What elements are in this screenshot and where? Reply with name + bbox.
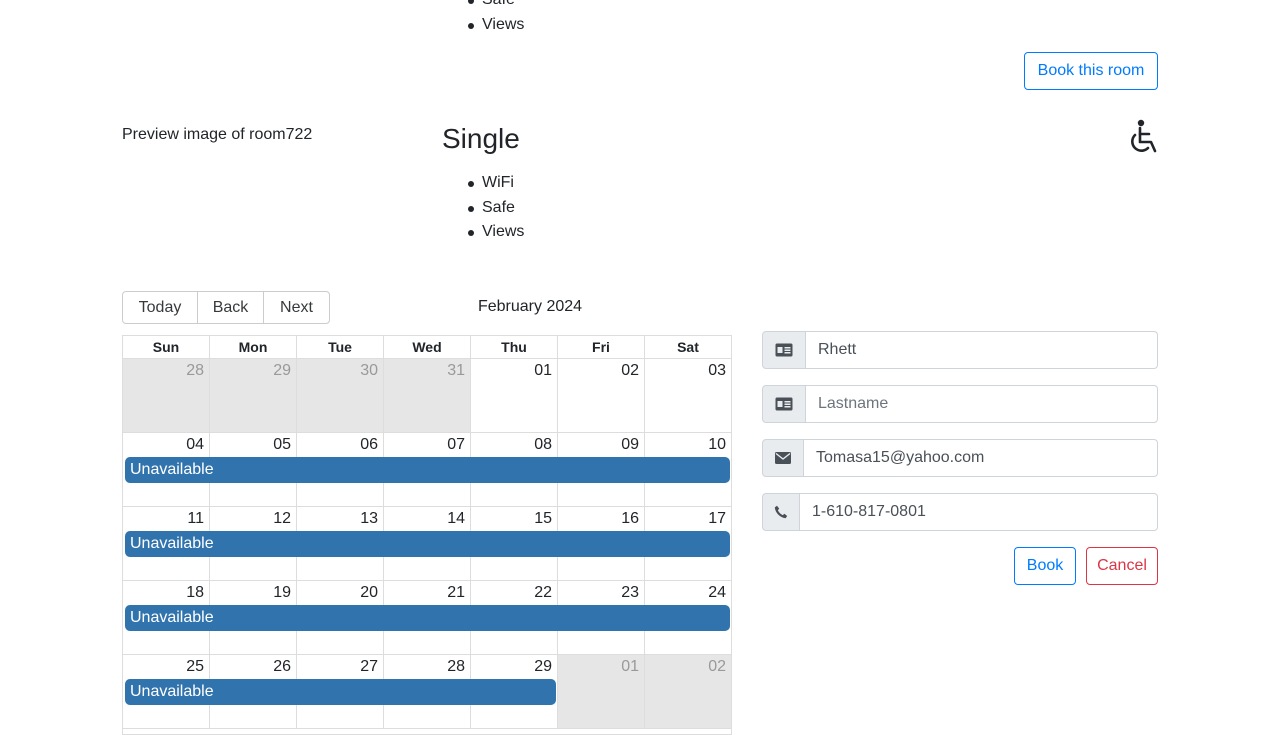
feature-item: Views: [468, 220, 524, 245]
calendar-weeks: 28 29 30 31 01 02 03 04 05 06 07 08 09 10 Unavailable 1…: [123, 359, 731, 729]
day-number: 28: [186, 362, 204, 379]
next-button[interactable]: Next: [263, 291, 330, 324]
envelope-icon: [762, 439, 804, 477]
calendar-week-row: 04 05 06 07 08 09 10 Unavailable: [123, 433, 731, 507]
calendar-day-cell[interactable]: 30: [296, 359, 383, 432]
day-number: 23: [621, 584, 639, 601]
weekday-header: Thu: [470, 336, 557, 358]
phone-input[interactable]: [800, 493, 1158, 531]
day-number: 01: [621, 658, 639, 675]
weekday-header: Tue: [296, 336, 383, 358]
today-button[interactable]: Today: [122, 291, 198, 324]
calendar-week-row: 28 29 30 31 01 02 03: [123, 359, 731, 433]
lastname-input[interactable]: [806, 385, 1158, 423]
weekday-header: Fri: [557, 336, 644, 358]
day-number: 31: [447, 362, 465, 379]
day-number: 03: [708, 362, 726, 379]
room-type-title: Single: [442, 123, 520, 154]
back-button[interactable]: Back: [197, 291, 264, 324]
day-number: 11: [187, 510, 204, 527]
calendar-week-row: 11 12 13 14 15 16 17 Unavailable: [123, 507, 731, 581]
calendar-day-cell[interactable]: 28: [123, 359, 209, 432]
day-number: 18: [186, 584, 204, 601]
day-number: 17: [708, 510, 726, 527]
id-card-icon: [762, 331, 806, 369]
calendar-day-cell[interactable]: 02: [557, 359, 644, 432]
day-number: 25: [186, 658, 204, 675]
day-number: 06: [360, 436, 378, 453]
book-this-room-button-top[interactable]: Book this room: [1024, 52, 1158, 90]
calendar-day-cell[interactable]: 29: [209, 359, 296, 432]
day-number: 12: [273, 510, 291, 527]
day-number: 16: [621, 510, 639, 527]
day-number: 13: [360, 510, 378, 527]
room-features: WiFi Safe Views: [468, 171, 524, 245]
firstname-input[interactable]: [806, 331, 1158, 369]
day-number: 29: [534, 658, 552, 675]
unavailable-event[interactable]: Unavailable: [125, 605, 730, 631]
calendar-week-row: 18 19 20 21 22 23 24 Unavailable: [123, 581, 731, 655]
day-number: 26: [273, 658, 291, 675]
top-room-features: Safe Views: [468, 0, 524, 37]
day-number: 24: [708, 584, 726, 601]
feature-item: Safe: [468, 196, 524, 221]
day-number: 20: [360, 584, 378, 601]
weekday-header: Mon: [209, 336, 296, 358]
firstname-group: [762, 331, 1158, 369]
calendar-day-cell[interactable]: 01: [470, 359, 557, 432]
calendar-day-cell[interactable]: 02: [644, 655, 731, 728]
day-number: 21: [447, 584, 465, 601]
id-card-icon: [762, 385, 806, 423]
day-number: 30: [360, 362, 378, 379]
unavailable-event[interactable]: Unavailable: [125, 679, 557, 705]
feature-item: Safe: [468, 0, 524, 13]
day-number: 14: [447, 510, 465, 527]
phone-group: [762, 493, 1158, 531]
day-number: 28: [447, 658, 465, 675]
book-button[interactable]: Book: [1014, 547, 1076, 585]
day-number: 09: [621, 436, 639, 453]
calendar-month-label: February 2024: [477, 298, 583, 315]
email-group: [762, 439, 1158, 477]
day-number: 05: [273, 436, 291, 453]
feature-item: Views: [468, 13, 524, 38]
calendar-weekday-header: Sun Mon Tue Wed Thu Fri Sat: [123, 336, 731, 359]
calendar-day-cell[interactable]: 31: [383, 359, 470, 432]
calendar-toolbar: Today Back Next: [122, 291, 330, 324]
phone-icon: [762, 493, 800, 531]
day-number: 29: [273, 362, 291, 379]
day-number: 19: [273, 584, 291, 601]
wheelchair-icon: [1131, 119, 1157, 153]
unavailable-event[interactable]: Unavailable: [125, 457, 730, 483]
weekday-header: Sat: [644, 336, 731, 358]
unavailable-event[interactable]: Unavailable: [125, 531, 730, 557]
calendar-month-view: Sun Mon Tue Wed Thu Fri Sat 28 29 30 31 01 02…: [122, 335, 732, 735]
day-number: 08: [534, 436, 552, 453]
weekday-header: Sun: [152, 339, 180, 355]
day-number: 02: [621, 362, 639, 379]
week-days: 28 29 30 31 01 02 03: [123, 359, 731, 432]
email-input[interactable]: [804, 439, 1158, 477]
calendar-week-row: 25 26 27 28 29 01 02 Unavailable: [123, 655, 731, 729]
day-number: 15: [534, 510, 552, 527]
cancel-button[interactable]: Cancel: [1086, 547, 1158, 585]
room-preview-image: Preview image of room722: [122, 126, 313, 143]
feature-item: WiFi: [468, 171, 524, 196]
day-number: 10: [708, 436, 726, 453]
weekday-header: Wed: [383, 336, 470, 358]
calendar-day-cell[interactable]: 01: [557, 655, 644, 728]
day-number: 04: [186, 436, 204, 453]
day-number: 02: [708, 658, 726, 675]
day-number: 27: [360, 658, 378, 675]
day-number: 22: [534, 584, 552, 601]
calendar-day-cell[interactable]: 03: [644, 359, 731, 432]
lastname-group: [762, 385, 1158, 423]
day-number: 07: [447, 436, 465, 453]
day-number: 01: [534, 362, 552, 379]
